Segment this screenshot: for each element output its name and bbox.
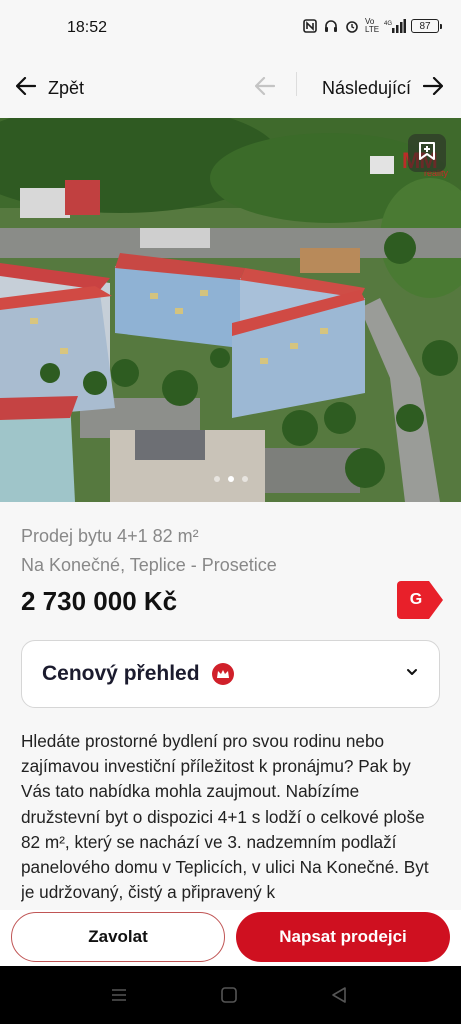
volte-icon: Vo LTE bbox=[364, 17, 380, 34]
bookmark-add-icon bbox=[418, 141, 436, 166]
gallery-pagination bbox=[0, 476, 461, 482]
system-navigation-bar bbox=[0, 966, 461, 1024]
energy-class-badge[interactable]: G bbox=[397, 581, 445, 619]
gallery-dot[interactable] bbox=[241, 476, 248, 482]
headphones-icon bbox=[323, 18, 339, 34]
nav-divider bbox=[296, 72, 297, 96]
status-time: 18:52 bbox=[67, 19, 108, 36]
back-triangle-icon[interactable] bbox=[330, 986, 348, 1009]
crown-icon bbox=[211, 663, 234, 685]
listing-details: Prodej bytu 4+1 82 m² Na Konečné, Teplic… bbox=[0, 502, 461, 910]
energy-class-label: G bbox=[409, 591, 423, 608]
status-bar: 18:52 Vo LTE 4G 87 bbox=[0, 0, 461, 58]
listing-price: 2 730 000 Kč bbox=[21, 586, 178, 616]
listing-photo[interactable] bbox=[0, 118, 461, 502]
gallery-dot[interactable] bbox=[213, 476, 220, 482]
listing-description: Hledáte prostorné bydlení pro svou rodin… bbox=[21, 731, 429, 903]
home-square-icon[interactable] bbox=[220, 986, 238, 1009]
nfc-icon bbox=[302, 18, 318, 34]
gallery-dot-active[interactable] bbox=[227, 476, 234, 482]
listing-address[interactable]: Na Konečné, Teplice - Prosetice bbox=[21, 555, 277, 576]
price-overview-label: Cenový přehled bbox=[42, 662, 200, 685]
back-button[interactable]: Zpět bbox=[15, 68, 85, 108]
battery-level: 87 bbox=[419, 20, 431, 32]
save-photo-button[interactable] bbox=[408, 134, 446, 172]
arrow-right-icon bbox=[422, 76, 444, 100]
recents-menu-icon[interactable] bbox=[110, 986, 128, 1009]
back-label: Zpět bbox=[48, 77, 85, 98]
battery-icon: 87 bbox=[411, 19, 442, 33]
alarm-icon bbox=[344, 18, 360, 34]
signal-icon: 4G bbox=[384, 18, 406, 34]
price-overview-accordion[interactable]: Cenový přehled bbox=[21, 640, 440, 708]
top-navigation: Zpět Následující bbox=[0, 58, 461, 118]
contact-action-bar: Zavolat Napsat prodejci bbox=[0, 910, 461, 966]
arrow-left-icon bbox=[15, 76, 37, 100]
network-type: 4G bbox=[384, 21, 392, 27]
next-listing-button[interactable]: Následující bbox=[321, 68, 444, 108]
previous-listing-button[interactable] bbox=[250, 68, 280, 108]
aerial-photo-illustration bbox=[0, 118, 461, 502]
call-button[interactable]: Zavolat bbox=[11, 912, 225, 962]
arrow-left-disabled-icon bbox=[254, 76, 276, 100]
next-label: Následující bbox=[321, 77, 411, 98]
message-seller-button[interactable]: Napsat prodejci bbox=[236, 912, 450, 962]
status-icons: Vo LTE 4G 87 bbox=[302, 17, 442, 34]
chevron-down-icon bbox=[405, 665, 419, 684]
listing-title: Prodej bytu 4+1 82 m² bbox=[21, 526, 199, 546]
